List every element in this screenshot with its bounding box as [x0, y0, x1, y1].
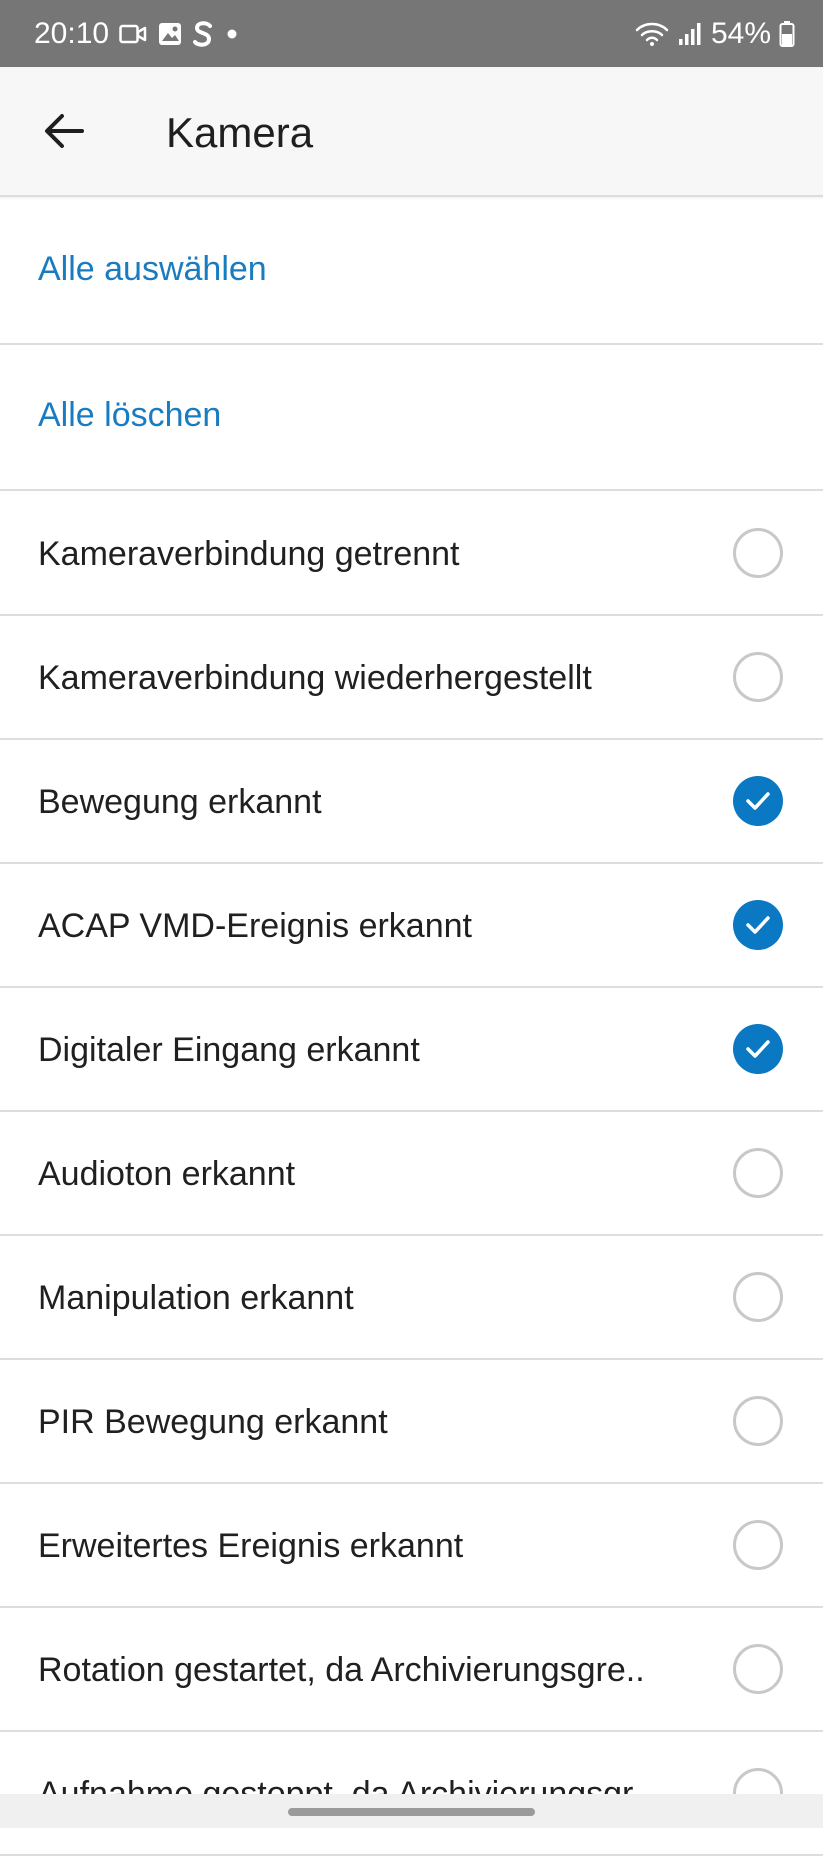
arrow-left-icon — [45, 114, 84, 148]
checkmark-icon — [746, 916, 770, 934]
battery-percent: 54% — [710, 17, 771, 50]
clear-all-link[interactable]: Alle löschen — [38, 393, 221, 437]
radio-button-checked[interactable] — [733, 776, 783, 826]
checkmark-icon — [746, 1040, 770, 1058]
system-nav-bar — [0, 1794, 823, 1828]
status-right: 54% — [635, 12, 795, 56]
back-button[interactable] — [30, 97, 98, 165]
status-bar: 20:10 54% — [0, 0, 823, 67]
dot-icon — [223, 25, 241, 43]
app-bar: Kamera — [0, 67, 823, 197]
list-item[interactable]: ACAP VMD-Ereignis erkannt — [0, 864, 823, 988]
status-time: 20:10 — [34, 17, 110, 50]
list-item-label: Erweitertes Ereignis erkannt — [38, 1527, 464, 1565]
select-all-link[interactable]: Alle auswählen — [38, 247, 267, 291]
clear-all-row[interactable]: Alle löschen — [0, 345, 823, 491]
list-item-label: Digitaler Eingang erkannt — [38, 1031, 420, 1069]
page-title: Kamera — [166, 109, 314, 156]
radio-button[interactable] — [733, 1148, 783, 1198]
list-item[interactable]: Bewegung erkannt — [0, 740, 823, 864]
status-left: 20:10 — [34, 12, 241, 56]
home-indicator[interactable] — [288, 1808, 535, 1816]
radio-button[interactable] — [733, 1272, 783, 1322]
radio-button[interactable] — [733, 1520, 783, 1570]
list-item[interactable]: Digitaler Eingang erkannt — [0, 988, 823, 1112]
list-item-label: PIR Bewegung erkannt — [38, 1403, 388, 1441]
image-icon — [157, 21, 183, 47]
list-item[interactable]: Manipulation erkannt — [0, 1236, 823, 1360]
wifi-icon — [635, 20, 669, 48]
list-item[interactable]: Audioton erkannt — [0, 1112, 823, 1236]
list-item-label: Manipulation erkannt — [38, 1279, 354, 1317]
list-item-label: Bewegung erkannt — [38, 783, 322, 821]
radio-button[interactable] — [733, 1644, 783, 1694]
list-item[interactable]: Rotation gestartet, da Archivierungsgre.… — [0, 1608, 823, 1732]
checkmark-icon — [746, 792, 770, 810]
video-record-icon — [119, 22, 147, 46]
signal-icon — [677, 21, 703, 47]
list-item[interactable]: Kameraverbindung getrennt — [0, 492, 823, 616]
list-item[interactable]: Erweitertes Ereignis erkannt — [0, 1484, 823, 1608]
s-app-icon — [193, 20, 213, 48]
radio-button[interactable] — [733, 652, 783, 702]
list-item-label: Audioton erkannt — [38, 1155, 296, 1193]
radio-button[interactable] — [733, 1396, 783, 1446]
radio-button[interactable] — [733, 528, 783, 578]
list-item[interactable]: Kameraverbindung wiederhergestellt — [0, 616, 823, 740]
list-item[interactable]: PIR Bewegung erkannt — [0, 1360, 823, 1484]
radio-button-checked[interactable] — [733, 1024, 783, 1074]
list-item-label: Kameraverbindung getrennt — [38, 535, 460, 573]
select-all-row[interactable]: Alle auswählen — [0, 199, 823, 345]
battery-icon — [779, 20, 795, 48]
radio-button-checked[interactable] — [733, 900, 783, 950]
list-item-label: Rotation gestartet, da Archivierungsgre.… — [38, 1651, 645, 1689]
list-item-label: ACAP VMD-Ereignis erkannt — [38, 907, 472, 945]
list-item-label: Kameraverbindung wiederhergestellt — [38, 659, 592, 697]
